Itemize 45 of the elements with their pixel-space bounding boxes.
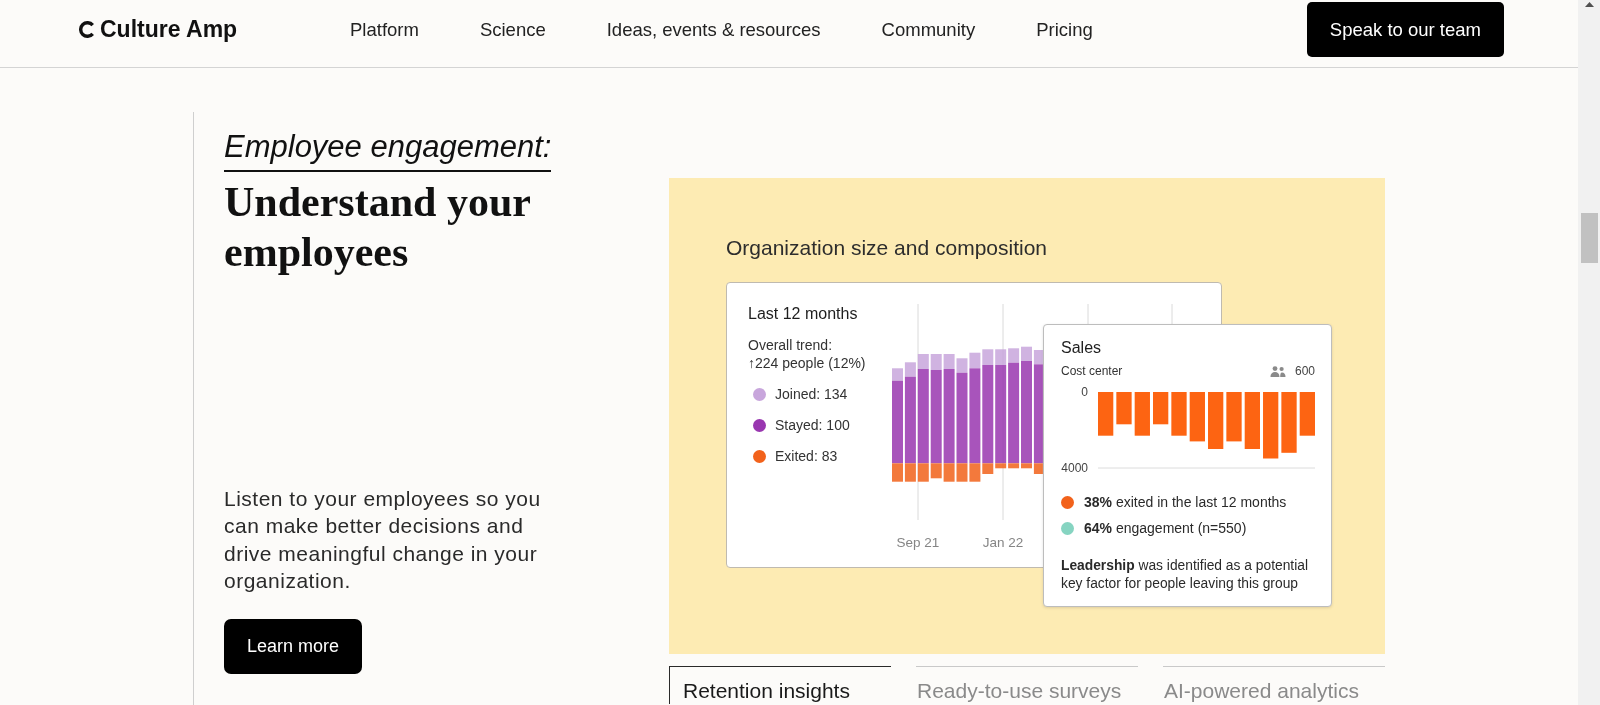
stat-text: 64% engagement (n=550) [1084, 520, 1247, 536]
chart-bar [1244, 392, 1260, 449]
nav-link[interactable]: Community [881, 18, 976, 41]
nav-link[interactable]: Ideas, events & resources [606, 18, 821, 41]
speak-to-team-button[interactable]: Speak to our team [1306, 2, 1504, 57]
chart-bar [1281, 392, 1297, 453]
scrollbar-thumb[interactable] [1580, 213, 1598, 263]
people-icon [1269, 365, 1286, 377]
trend-value: ↑224 people (12%) [748, 354, 866, 372]
feature-tab[interactable]: Retention insights [669, 666, 891, 704]
x-axis-label: Sep 21 [896, 535, 940, 550]
panel-title: Organization size and composition [726, 236, 1047, 260]
nav-link[interactable]: Science [479, 18, 546, 41]
chart-bar [1299, 392, 1315, 436]
headcount-value: 600 [1294, 364, 1315, 378]
section-description: Listen to your employees so you can make better decisions and drive meaningful change in your organization. [224, 486, 542, 594]
chart-bar [1263, 392, 1279, 459]
trend-label: Overall trend: [748, 336, 833, 354]
card-title: Last 12 months [748, 304, 858, 324]
chart-bar [1171, 392, 1187, 436]
card-title: Sales [1061, 338, 1102, 358]
chart-bar [1134, 392, 1150, 436]
y-axis-label: 0 [1081, 386, 1088, 399]
logo-icon [79, 21, 96, 38]
section-eyebrow: Employee engagement: [224, 129, 552, 172]
chart-bar [1189, 392, 1205, 442]
chart-bar [1098, 392, 1114, 436]
legend-label: Joined: 134 [775, 386, 848, 402]
legend-label: Exited: 83 [775, 448, 838, 464]
home-logo-link[interactable]: Culture Amp [79, 16, 238, 43]
chart-bar [1208, 392, 1224, 449]
nav-link[interactable]: Platform [350, 18, 419, 41]
insight-note: Leadership was identified as a potential key factor for people leaving this group [1061, 557, 1309, 592]
legend-label: Stayed: 100 [775, 417, 850, 433]
y-axis-label: 4000 [1061, 461, 1088, 474]
learn-more-button[interactable]: Learn more [224, 619, 363, 675]
stat-text: 38% exited in the last 12 months [1084, 494, 1287, 510]
chart-bar [1116, 392, 1132, 425]
section-heading: Understand your employees [224, 178, 532, 277]
nav-link[interactable]: Pricing [1036, 18, 1093, 41]
x-axis-label: Jan 22 [982, 535, 1024, 550]
chart-bar [1226, 392, 1242, 442]
chart-bar [1153, 392, 1169, 425]
scroll-up-icon[interactable] [1584, 2, 1594, 7]
card-subtitle: Cost center [1061, 364, 1123, 378]
